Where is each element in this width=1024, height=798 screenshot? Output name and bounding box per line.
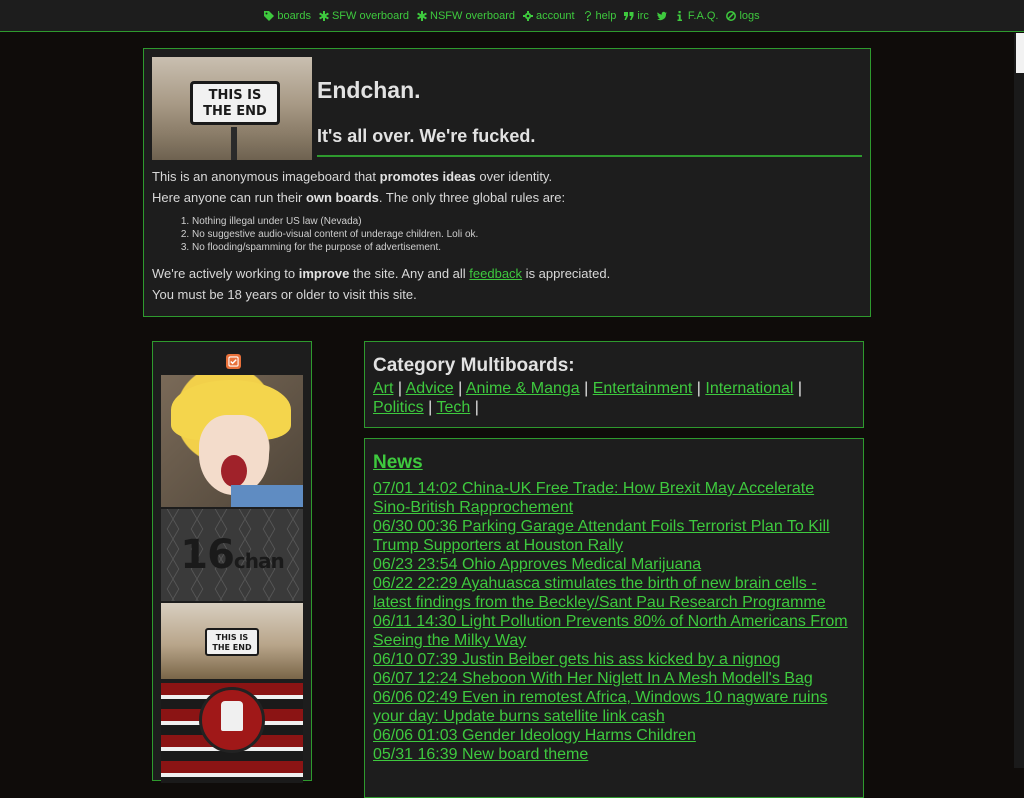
nav-irc-label: irc <box>637 9 649 22</box>
banner-shirt <box>231 485 303 507</box>
nav-logs[interactable]: logs <box>726 9 760 22</box>
check-icon <box>228 356 239 367</box>
end-board-banner[interactable]: THIS IS THE END <box>161 603 303 679</box>
feedback-link[interactable]: feedback <box>469 266 522 281</box>
end-banner-sign: THIS IS THE END <box>205 628 259 656</box>
intro-panel: THIS IS THE END Endchan. It's all over. … <box>143 48 871 317</box>
intro-p1-tail: over identity. <box>475 169 553 184</box>
category-link-entertainment[interactable]: Entertainment <box>593 380 693 397</box>
category-link-international[interactable]: International <box>705 380 793 397</box>
intro-p2-bold: own boards <box>305 190 379 205</box>
16chan-logo: 16chan <box>180 532 284 578</box>
nav-account[interactable]: account <box>522 9 575 22</box>
nav-faq[interactable]: F.A.Q. <box>675 9 719 22</box>
rule-item: No flooding/spamming for the purpose of … <box>192 241 862 254</box>
nav-faq-label: F.A.Q. <box>687 9 719 22</box>
fist-icon <box>221 701 243 731</box>
category-link-anime-manga[interactable]: Anime & Manga <box>466 380 580 397</box>
site-title: Endchan. <box>317 77 421 103</box>
intro-paragraph-3: We're actively working to improve the si… <box>152 263 862 284</box>
banner-sign: THIS IS THE END <box>190 81 280 125</box>
news-item[interactable]: 06/30 00:36 Parking Garage Attendant Foi… <box>373 517 855 555</box>
intro-p3-mid: the site. Any and all <box>349 266 470 281</box>
nav-sfw-overboard-label: SFW overboard <box>331 9 409 22</box>
nav-logs-label: logs <box>739 9 760 22</box>
news-item[interactable]: 06/23 23:54 Ohio Approves Medical Mariju… <box>373 555 855 574</box>
age-notice: You must be 18 years or older to visit t… <box>152 287 417 302</box>
news-item[interactable]: 06/06 01:03 Gender Ideology Harms Childr… <box>373 726 855 745</box>
news-item[interactable]: 05/31 16:39 New board theme <box>373 745 855 764</box>
asterisk-icon <box>417 10 427 21</box>
news-item[interactable]: 06/22 22:29 Ayahuasca stimulates the bir… <box>373 574 855 612</box>
news-list: 07/01 14:02 China-UK Free Trade: How Bre… <box>373 479 855 764</box>
intro-paragraph-1: This is an anonymous imageboard that pro… <box>152 166 862 187</box>
nav-nsfw-overboard-label: NSFW overboard <box>430 9 515 22</box>
16chan-logo-number: 16 <box>180 532 235 578</box>
nav-help[interactable]: help <box>583 9 617 22</box>
category-links: Art | Advice | Anime & Manga | Entertain… <box>373 380 803 416</box>
nav-help-label: help <box>595 9 617 22</box>
global-rules-list: Nothing illegal under US law (Nevada) No… <box>152 215 862 254</box>
checkbox-icon[interactable] <box>226 354 241 369</box>
nav-twitter[interactable] <box>656 11 667 21</box>
nav-irc[interactable]: irc <box>624 10 649 22</box>
category-link-politics[interactable]: Politics <box>373 399 424 416</box>
banner-mouth <box>221 455 247 487</box>
news-item[interactable]: 06/07 12:24 Sheboon With Her Niglett In … <box>373 669 855 688</box>
intro-p2-text: Here anyone can run their <box>152 190 306 205</box>
board-banners-sidebar: 16chan THIS IS THE END <box>152 341 312 783</box>
category-link-tech[interactable]: Tech <box>436 399 470 416</box>
intro-p1-bold: promotes ideas <box>379 169 476 184</box>
intro-text: This is an anonymous imageboard that pro… <box>152 166 862 305</box>
banner-post <box>231 127 237 160</box>
news-title-link[interactable]: News <box>373 452 855 474</box>
intro-p3-bold: improve <box>298 266 350 281</box>
anime-board-banner[interactable] <box>161 375 303 507</box>
question-icon <box>584 10 591 21</box>
16chan-logo-sub: chan <box>233 549 285 573</box>
nav-sfw-overboard[interactable]: SFW overboard <box>319 10 409 22</box>
nav-nsfw-overboard[interactable]: NSFW overboard <box>417 10 515 22</box>
tags-icon <box>264 10 275 21</box>
category-link-art[interactable]: Art <box>373 380 393 397</box>
rule-item: No suggestive audio-visual content of un… <box>192 228 862 241</box>
ban-icon <box>726 10 737 21</box>
news-item[interactable]: 07/01 14:02 China-UK Free Trade: How Bre… <box>373 479 855 517</box>
news-item[interactable]: 06/10 07:39 Justin Beiber gets his ass k… <box>373 650 855 669</box>
intro-p3-tail: is appreciated. <box>522 266 611 281</box>
category-link-advice[interactable]: Advice <box>406 380 454 397</box>
intro-p1-text: This is an anonymous imageboard that <box>152 169 380 184</box>
intro-paragraph-2: Here anyone can run their own boards. Th… <box>152 187 862 208</box>
nav-boards-label: boards <box>277 9 311 22</box>
nav-boards[interactable]: boards <box>264 10 311 22</box>
asterisk-icon <box>319 10 329 21</box>
gear-icon <box>522 10 533 21</box>
nav-account-label: account <box>535 9 575 22</box>
quote-icon <box>624 11 634 20</box>
site-slogan: It's all over. We're fucked. <box>317 126 862 157</box>
info-icon <box>677 10 682 21</box>
scrollbar[interactable] <box>1014 33 1024 768</box>
banner-image: THIS IS THE END <box>152 57 312 160</box>
category-multiboards-panel: Category Multiboards: Art | Advice | Ani… <box>364 341 864 428</box>
librechan-board-banner[interactable] <box>161 683 303 783</box>
category-multiboards-title: Category Multiboards: <box>373 355 575 376</box>
rule-item: Nothing illegal under US law (Nevada) <box>192 215 862 228</box>
news-item[interactable]: 06/11 14:30 Light Pollution Prevents 80%… <box>373 612 855 650</box>
top-navigation: boards SFW overboard NSFW overboard acco… <box>0 0 1024 32</box>
intro-p3-text: We're actively working to <box>152 266 299 281</box>
twitter-icon <box>656 11 667 20</box>
intro-p2-tail: . The only three global rules are: <box>378 190 566 205</box>
news-item[interactable]: 06/06 02:49 Even in remotest Africa, Win… <box>373 688 855 726</box>
news-panel: News 07/01 14:02 China-UK Free Trade: Ho… <box>364 438 864 798</box>
16chan-board-banner[interactable]: 16chan <box>161 509 303 601</box>
